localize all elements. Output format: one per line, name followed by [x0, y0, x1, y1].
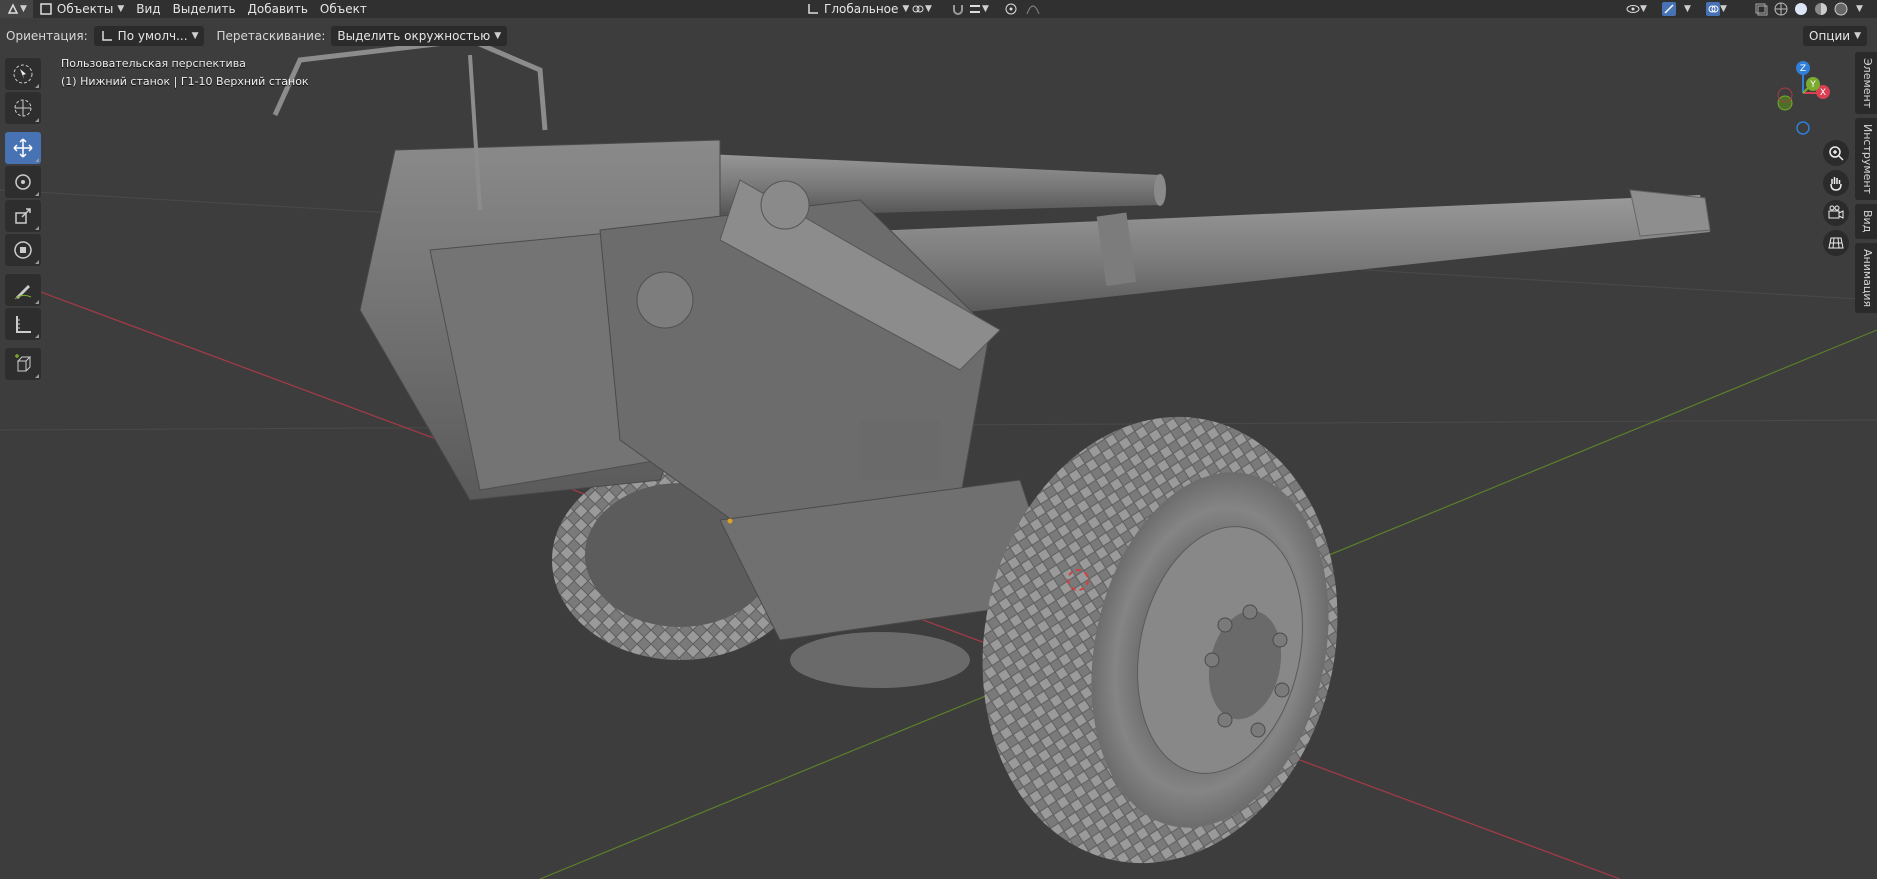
- chevron-down-icon: ▼: [1856, 4, 1863, 14]
- cursor-tool[interactable]: [5, 92, 41, 124]
- camera-view-button[interactable]: [1823, 200, 1849, 226]
- zoom-button[interactable]: [1823, 140, 1849, 166]
- chevron-down-icon: ▼: [1640, 4, 1647, 14]
- chevron-down-icon: ▼: [925, 4, 932, 14]
- viewport-icon: [7, 3, 19, 14]
- falloff-dropdown[interactable]: [1020, 0, 1046, 18]
- orientation-dropdown-value: По умолч...: [117, 29, 188, 43]
- tab-tool[interactable]: Инструмент: [1855, 118, 1877, 201]
- viewport-canvas[interactable]: [0, 0, 1877, 879]
- camera-icon: [1828, 205, 1844, 219]
- snap-target-dropdown[interactable]: ▼: [962, 0, 995, 18]
- tool-settings-bar: Ориентация: По умолч... ▼ Перетаскивание…: [0, 24, 1877, 48]
- xray-icon: [1755, 3, 1768, 16]
- chevron-down-icon: ▼: [982, 4, 989, 14]
- chevron-down-icon: ▼: [1854, 31, 1861, 41]
- orientation-icon: [101, 31, 112, 41]
- crosshair-icon: [14, 99, 32, 117]
- measure-tool[interactable]: [5, 308, 41, 340]
- add-cube-tool[interactable]: [5, 348, 41, 380]
- editor-type-button[interactable]: ▼: [0, 0, 33, 18]
- visibility-dropdown[interactable]: ▼: [1620, 0, 1653, 18]
- transform-orientation-dropdown[interactable]: Глобальное ▼: [800, 0, 915, 18]
- falloff-curve-icon: [1026, 5, 1040, 15]
- gizmo-y-label: Y: [1809, 80, 1816, 90]
- gizmo-icon: [1662, 2, 1676, 16]
- rotate-tool[interactable]: [5, 166, 41, 198]
- grid-icon: [1828, 237, 1844, 249]
- pivot-point-button[interactable]: ▼: [905, 0, 938, 18]
- shading-wireframe[interactable]: [1772, 0, 1790, 18]
- material-shading-icon: [1815, 3, 1827, 15]
- tab-item[interactable]: Элемент: [1855, 52, 1877, 115]
- shading-solid[interactable]: [1792, 0, 1810, 18]
- ruler-icon: [16, 316, 31, 333]
- object-info: (1) Нижний станок | Г1-10 Верхний станок: [61, 75, 309, 88]
- tab-view[interactable]: Вид: [1855, 204, 1877, 239]
- transform-tool[interactable]: [5, 234, 41, 266]
- zoom-icon: [1829, 146, 1844, 161]
- drag-label: Перетаскивание:: [216, 29, 326, 43]
- move-tool[interactable]: [5, 132, 41, 164]
- gizmo-dropdown[interactable]: ▼: [1678, 0, 1697, 18]
- add-cube-icon: [15, 354, 32, 372]
- ortho-toggle-button[interactable]: [1823, 230, 1849, 256]
- drag-dropdown[interactable]: Выделить окружностью ▼: [331, 26, 508, 46]
- toolbar: [5, 58, 43, 382]
- solid-shading-icon: [1795, 3, 1807, 15]
- orientation-icon: [808, 4, 818, 14]
- eye-icon: [1626, 5, 1640, 13]
- move-arrows-icon: [13, 138, 33, 158]
- menu-add[interactable]: Добавить: [242, 0, 314, 18]
- chevron-down-icon: ▼: [191, 31, 199, 41]
- rotate-icon: [15, 174, 31, 190]
- chevron-down-icon: ▼: [1684, 4, 1691, 14]
- orientation-label: Ориентация:: [6, 29, 88, 43]
- shading-material[interactable]: [1812, 0, 1830, 18]
- neg-z-axis-icon[interactable]: [1796, 121, 1810, 135]
- overlays-icon: [1706, 2, 1720, 16]
- link-icon: [912, 5, 924, 13]
- orientation-value: Глобальное: [824, 2, 899, 16]
- drag-dropdown-value: Выделить окружностью: [337, 29, 491, 43]
- chevron-down-icon: ▼: [117, 4, 125, 14]
- xray-toggle[interactable]: [1748, 0, 1774, 18]
- pan-button[interactable]: [1823, 170, 1849, 196]
- scale-tool[interactable]: [5, 200, 41, 232]
- object-mode-icon: [40, 3, 52, 15]
- tab-animation[interactable]: Анимация: [1855, 242, 1877, 313]
- select-tool[interactable]: [5, 58, 41, 90]
- gizmo-z-label: Z: [1800, 64, 1806, 74]
- overlays-toggle[interactable]: ▼: [1700, 0, 1733, 18]
- mode-selector[interactable]: Объекты ▼: [33, 0, 130, 18]
- view-name: Пользовательская перспектива: [61, 57, 246, 70]
- rendered-shading-icon: [1834, 2, 1848, 16]
- scale-icon: [15, 208, 31, 224]
- chevron-down-icon: ▼: [494, 31, 502, 41]
- neg-y-axis-icon[interactable]: [1777, 95, 1793, 111]
- proportional-edit-icon: [1005, 3, 1017, 15]
- navigation-gizmo[interactable]: Z X Y: [1763, 55, 1843, 135]
- chevron-down-icon: ▼: [20, 4, 27, 14]
- sidebar-tabs: Элемент Инструмент Вид Анимация: [1855, 52, 1877, 317]
- shading-dropdown[interactable]: ▼: [1852, 0, 1867, 18]
- annotate-tool[interactable]: [5, 274, 41, 306]
- orientation-dropdown[interactable]: По умолч... ▼: [93, 26, 205, 46]
- menu-object[interactable]: Объект: [314, 0, 373, 18]
- chevron-down-icon: ▼: [1720, 4, 1727, 14]
- options-label: Опции: [1809, 29, 1851, 43]
- snap-increment-icon: [970, 5, 980, 13]
- gizmo-x-label: X: [1820, 88, 1826, 98]
- mode-label: Объекты: [56, 2, 114, 16]
- menu-view[interactable]: Вид: [130, 0, 166, 18]
- select-cursor-icon: [13, 64, 33, 84]
- options-dropdown[interactable]: Опции ▼: [1803, 26, 1867, 46]
- pencil-icon: [14, 285, 32, 300]
- transform-icon: [14, 241, 32, 259]
- menu-select[interactable]: Выделить: [167, 0, 242, 18]
- hand-icon: [1830, 177, 1842, 191]
- wireframe-shading-icon: [1774, 2, 1788, 16]
- shading-rendered[interactable]: [1832, 0, 1850, 18]
- viewport-header: ▼ Объекты ▼ Вид Выделить Добавить Объект…: [0, 0, 1877, 18]
